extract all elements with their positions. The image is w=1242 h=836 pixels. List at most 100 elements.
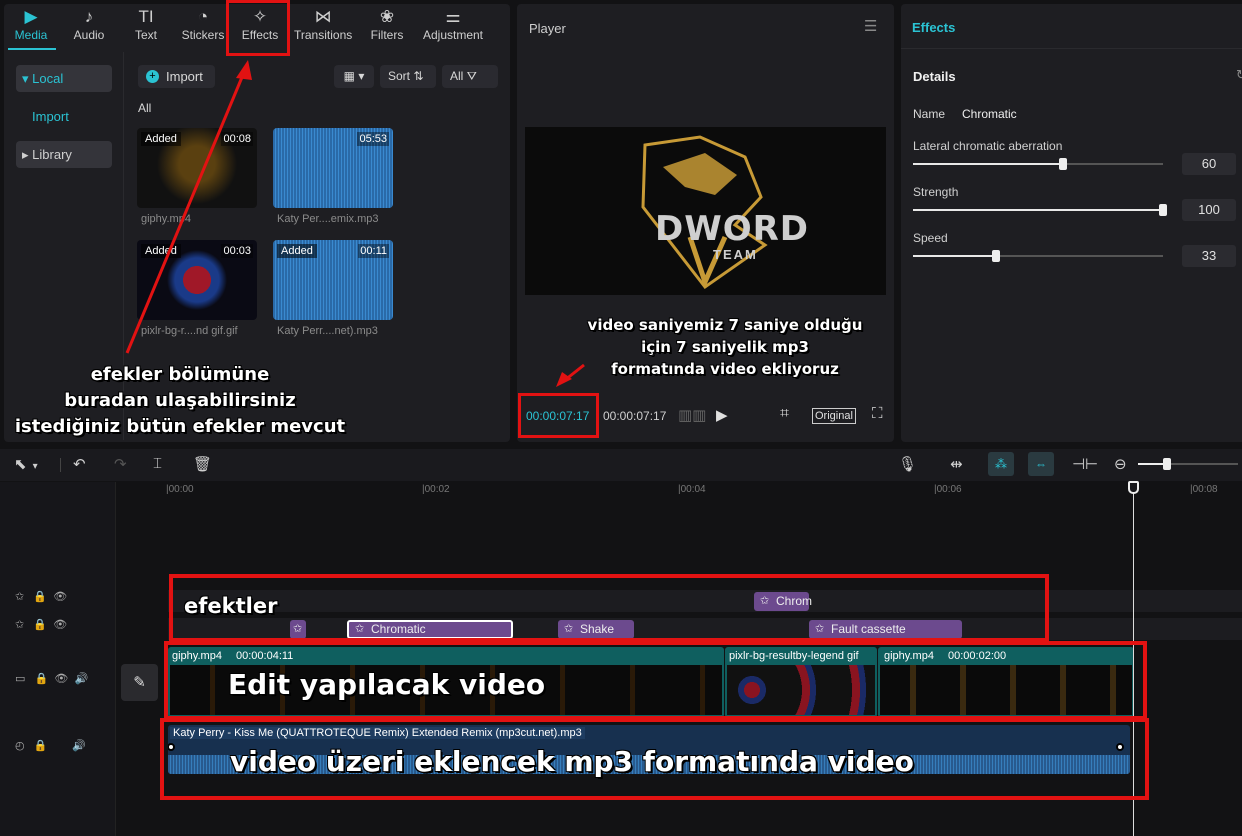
param-value-input[interactable]: 100	[1182, 199, 1236, 221]
tab-audio[interactable]: ♪ Audio	[60, 6, 118, 42]
lock-icon[interactable]: 🔒	[34, 740, 48, 752]
media-item-thumbnail[interactable]: 05:53	[273, 128, 393, 208]
lock-icon[interactable]: 🔒	[35, 673, 49, 685]
tab-transitions[interactable]: ⋈ Transitions	[294, 6, 352, 42]
sort-label: Sort	[388, 69, 411, 83]
media-item-name: Katy Perr....net).mp3	[277, 325, 378, 337]
param-slider-knob[interactable]	[992, 250, 1000, 262]
filter-button[interactable]: All ⛛	[442, 65, 498, 88]
filter-label: All	[450, 69, 464, 83]
tab-filters[interactable]: ❀ Filters	[358, 6, 416, 42]
audio-track-header: ◴ 🔒 🔊	[15, 739, 86, 752]
sidebar-item-local[interactable]: ▾ Local	[16, 65, 112, 92]
added-badge: Added	[141, 244, 181, 258]
player-note-line: formatında video ekliyoruz	[611, 360, 839, 378]
tab-adjustment[interactable]: ⚌ Adjustment	[420, 6, 486, 42]
param-value-input[interactable]: 60	[1182, 153, 1236, 175]
sidebar-item-import[interactable]: Import	[16, 103, 112, 130]
eye-icon[interactable]: 👁	[53, 591, 67, 603]
adjustment-icon: ⚌	[445, 7, 461, 26]
media-item-name: giphy.mp4	[141, 213, 191, 225]
audio-track-icon: ◴	[15, 740, 25, 752]
effects-note-line: buradan ulaşabilirsiniz	[64, 390, 296, 411]
player-canvas: DWORD TEAM	[525, 127, 886, 295]
reset-icon[interactable]: ↻	[1236, 67, 1242, 83]
effects-panel-title: Effects	[912, 20, 956, 35]
param-slider-fill	[913, 163, 1063, 165]
timeline-grid-icon[interactable]: ▥▥	[678, 406, 706, 424]
screenshot-icon[interactable]: ⌗	[780, 405, 789, 423]
media-duration: 00:08	[221, 132, 253, 146]
import-button[interactable]: + Import	[138, 65, 215, 88]
filter-icon: ⛛	[466, 69, 477, 83]
cover-edit-button[interactable]: ✎	[121, 664, 158, 701]
link-clips-icon[interactable]: ⇹	[950, 455, 963, 473]
playhead-handle[interactable]	[1128, 481, 1139, 494]
current-time-highlight	[518, 393, 599, 438]
auto-snap-icon[interactable]: ⇔	[1028, 452, 1054, 476]
tab-label: Text	[134, 28, 157, 42]
ruler-tick-label: |00:02	[422, 484, 450, 495]
param-slider-fill	[913, 209, 1163, 211]
zoom-slider-knob[interactable]	[1163, 458, 1171, 470]
star-icon: ✩	[15, 591, 25, 603]
tab-text[interactable]: TI Text	[117, 6, 175, 42]
video-track-header: ▭ 🔒 👁 🔊	[15, 672, 88, 685]
ruler-tick-label: |00:08	[1190, 484, 1218, 495]
video-track-note: Edit yapılacak video	[228, 668, 546, 701]
eye-icon[interactable]: 👁	[53, 619, 67, 631]
microphone-icon[interactable]: 🎙	[898, 455, 917, 473]
fx-track-2-header: ✩ 🔒 👁	[15, 618, 67, 631]
param-value-input[interactable]: 33	[1182, 245, 1236, 267]
speaker-icon[interactable]: 🔊	[75, 673, 89, 685]
plus-icon: +	[146, 70, 159, 83]
player-menu-icon[interactable]: ☰	[864, 17, 877, 35]
select-tool-icon[interactable]: ⬉ ▾	[14, 455, 38, 473]
split-icon[interactable]: ⌶	[153, 455, 162, 472]
audio-track-note: video üzeri eklencek mp3 formatında vide…	[230, 745, 914, 778]
audio-icon: ♪	[84, 7, 94, 26]
ratio-original-button[interactable]: Original	[812, 408, 856, 424]
zoom-out-icon[interactable]: ⊖	[1114, 455, 1127, 473]
redo-icon[interactable]: ↷	[114, 455, 127, 473]
text-icon: TI	[138, 7, 154, 26]
param-slider-knob[interactable]	[1059, 158, 1067, 170]
transitions-icon: ⋈	[314, 7, 332, 26]
media-item-thumbnail[interactable]: Added 00:08	[137, 128, 257, 208]
delete-icon[interactable]: 🗑	[193, 455, 212, 473]
zoom-slider-fill	[1138, 463, 1166, 465]
sidebar-local-label: Local	[32, 71, 64, 86]
param-slider-fill	[913, 255, 996, 257]
play-icon[interactable]: ▶	[716, 406, 728, 424]
preview-axis-icon[interactable]: ⊣⊢	[1072, 455, 1098, 473]
tab-label: Audio	[73, 28, 105, 42]
sort-button[interactable]: Sort ⇅	[380, 65, 436, 88]
logo-main-text: DWORD	[655, 209, 810, 249]
lock-icon[interactable]: 🔒	[33, 619, 47, 631]
sidebar-item-library[interactable]: ▸ Library	[16, 141, 112, 168]
magnet-snap-icon[interactable]: ⁂	[988, 452, 1014, 476]
tab-media[interactable]: ▶ Media	[2, 6, 60, 42]
tab-label: Media	[14, 28, 48, 42]
zoom-slider[interactable]	[1138, 458, 1238, 470]
sort-icon: ⇅	[413, 69, 424, 83]
speaker-icon[interactable]: 🔊	[72, 740, 86, 752]
effects-note: efekler bölümüne buradan ulaşabilirsiniz…	[10, 362, 350, 440]
tab-label: Filters	[370, 28, 404, 42]
fullscreen-icon[interactable]: ⛶	[872, 405, 883, 422]
effects-note-line: efekler bölümüne	[90, 364, 270, 385]
lock-icon[interactable]: 🔒	[33, 591, 47, 603]
param-slider-knob[interactable]	[1159, 204, 1167, 216]
media-item-thumbnail[interactable]: Added 00:11	[273, 240, 393, 320]
media-duration: 00:11	[358, 244, 389, 258]
effects-panel-divider	[901, 48, 1242, 49]
media-item-thumbnail[interactable]: Added 00:03	[137, 240, 257, 320]
view-toggle-button[interactable]: ▦ ▾	[334, 65, 374, 88]
tab-stickers[interactable]: ◔ Stickers	[174, 6, 232, 42]
track-header-column	[0, 482, 116, 836]
undo-icon[interactable]: ↶	[73, 455, 86, 473]
timeline-toolbar	[0, 449, 1242, 481]
details-heading: Details	[913, 69, 956, 84]
tab-label: Adjustment	[422, 28, 484, 42]
eye-icon[interactable]: 👁	[54, 673, 68, 685]
